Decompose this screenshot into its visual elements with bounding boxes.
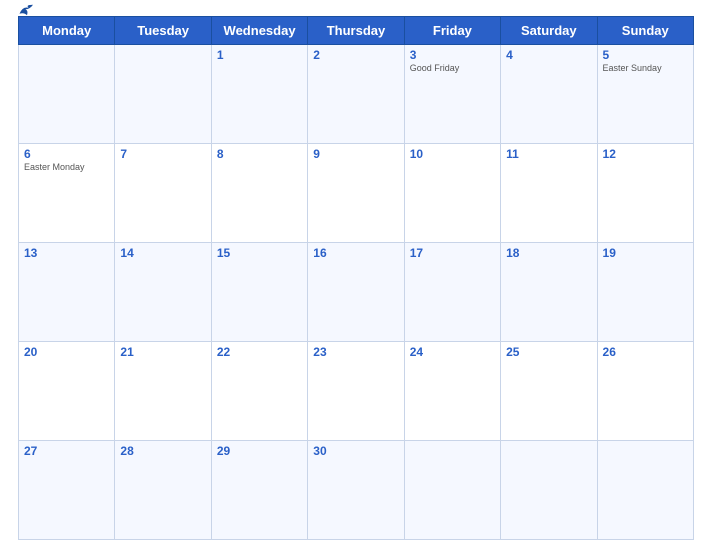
calendar-cell: 30	[308, 441, 404, 540]
holiday-label: Good Friday	[410, 63, 495, 73]
weekday-header-sunday: Sunday	[597, 17, 693, 45]
calendar-cell: 14	[115, 243, 211, 342]
calendar-cell: 20	[19, 342, 115, 441]
weekday-header-thursday: Thursday	[308, 17, 404, 45]
calendar-cell: 27	[19, 441, 115, 540]
day-number: 3	[410, 48, 495, 62]
day-number: 21	[120, 345, 205, 359]
day-number: 16	[313, 246, 398, 260]
week-row-2: 6Easter Monday 789 10 11 12	[19, 144, 694, 243]
calendar-cell: 12	[597, 144, 693, 243]
calendar-cell	[404, 441, 500, 540]
day-number: 27	[24, 444, 109, 458]
day-number: 5	[603, 48, 688, 62]
calendar-cell: 26	[597, 342, 693, 441]
calendar-cell: 2	[308, 45, 404, 144]
calendar-table: MondayTuesdayWednesdayThursdayFridaySatu…	[18, 16, 694, 540]
day-number: 12	[603, 147, 688, 161]
week-row-3: 13 14 15 16 17 18 19	[19, 243, 694, 342]
week-row-4: 20 21 22 23 24 25 26	[19, 342, 694, 441]
calendar-cell: 24	[404, 342, 500, 441]
calendar-cell: 8	[211, 144, 307, 243]
day-number: 26	[603, 345, 688, 359]
logo	[18, 3, 37, 17]
calendar-cell	[501, 441, 597, 540]
day-number: 14	[120, 246, 205, 260]
day-number: 30	[313, 444, 398, 458]
calendar-cell: 9	[308, 144, 404, 243]
logo-blue-text	[18, 3, 37, 17]
calendar-cell	[115, 45, 211, 144]
calendar-cell: 6Easter Monday	[19, 144, 115, 243]
weekday-header-wednesday: Wednesday	[211, 17, 307, 45]
calendar-cell: 3Good Friday	[404, 45, 500, 144]
logo-bird-icon	[18, 3, 36, 17]
calendar-cell: 19	[597, 243, 693, 342]
weekday-header-monday: Monday	[19, 17, 115, 45]
calendar-cell: 7	[115, 144, 211, 243]
day-number: 17	[410, 246, 495, 260]
day-number: 1	[217, 48, 302, 62]
day-number: 11	[506, 147, 591, 161]
calendar-cell: 17	[404, 243, 500, 342]
day-number: 13	[24, 246, 109, 260]
day-number: 15	[217, 246, 302, 260]
calendar-cell: 16	[308, 243, 404, 342]
weekday-header-friday: Friday	[404, 17, 500, 45]
day-number: 4	[506, 48, 591, 62]
calendar-cell: 13	[19, 243, 115, 342]
day-number: 10	[410, 147, 495, 161]
calendar-cell: 1	[211, 45, 307, 144]
calendar-cell: 23	[308, 342, 404, 441]
day-number: 2	[313, 48, 398, 62]
day-number: 18	[506, 246, 591, 260]
calendar-cell: 4	[501, 45, 597, 144]
holiday-label: Easter Monday	[24, 162, 109, 172]
calendar-cell: 21	[115, 342, 211, 441]
holiday-label: Easter Sunday	[603, 63, 688, 73]
calendar-cell: 15	[211, 243, 307, 342]
day-number: 22	[217, 345, 302, 359]
day-number: 7	[120, 147, 205, 161]
weekday-header-tuesday: Tuesday	[115, 17, 211, 45]
week-row-1: 123Good Friday45Easter Sunday	[19, 45, 694, 144]
calendar-cell	[19, 45, 115, 144]
day-number: 29	[217, 444, 302, 458]
day-number: 24	[410, 345, 495, 359]
calendar-cell	[597, 441, 693, 540]
weekday-header-saturday: Saturday	[501, 17, 597, 45]
calendar-cell: 5Easter Sunday	[597, 45, 693, 144]
calendar-cell: 18	[501, 243, 597, 342]
calendar-cell: 25	[501, 342, 597, 441]
day-number: 20	[24, 345, 109, 359]
calendar-cell: 28	[115, 441, 211, 540]
calendar-cell: 22	[211, 342, 307, 441]
weekday-header-row: MondayTuesdayWednesdayThursdayFridaySatu…	[19, 17, 694, 45]
calendar-cell: 29	[211, 441, 307, 540]
day-number: 28	[120, 444, 205, 458]
day-number: 8	[217, 147, 302, 161]
day-number: 6	[24, 147, 109, 161]
day-number: 25	[506, 345, 591, 359]
calendar-cell: 11	[501, 144, 597, 243]
week-row-5: 27 28 29 30	[19, 441, 694, 540]
day-number: 23	[313, 345, 398, 359]
calendar-cell: 10	[404, 144, 500, 243]
day-number: 9	[313, 147, 398, 161]
day-number: 19	[603, 246, 688, 260]
